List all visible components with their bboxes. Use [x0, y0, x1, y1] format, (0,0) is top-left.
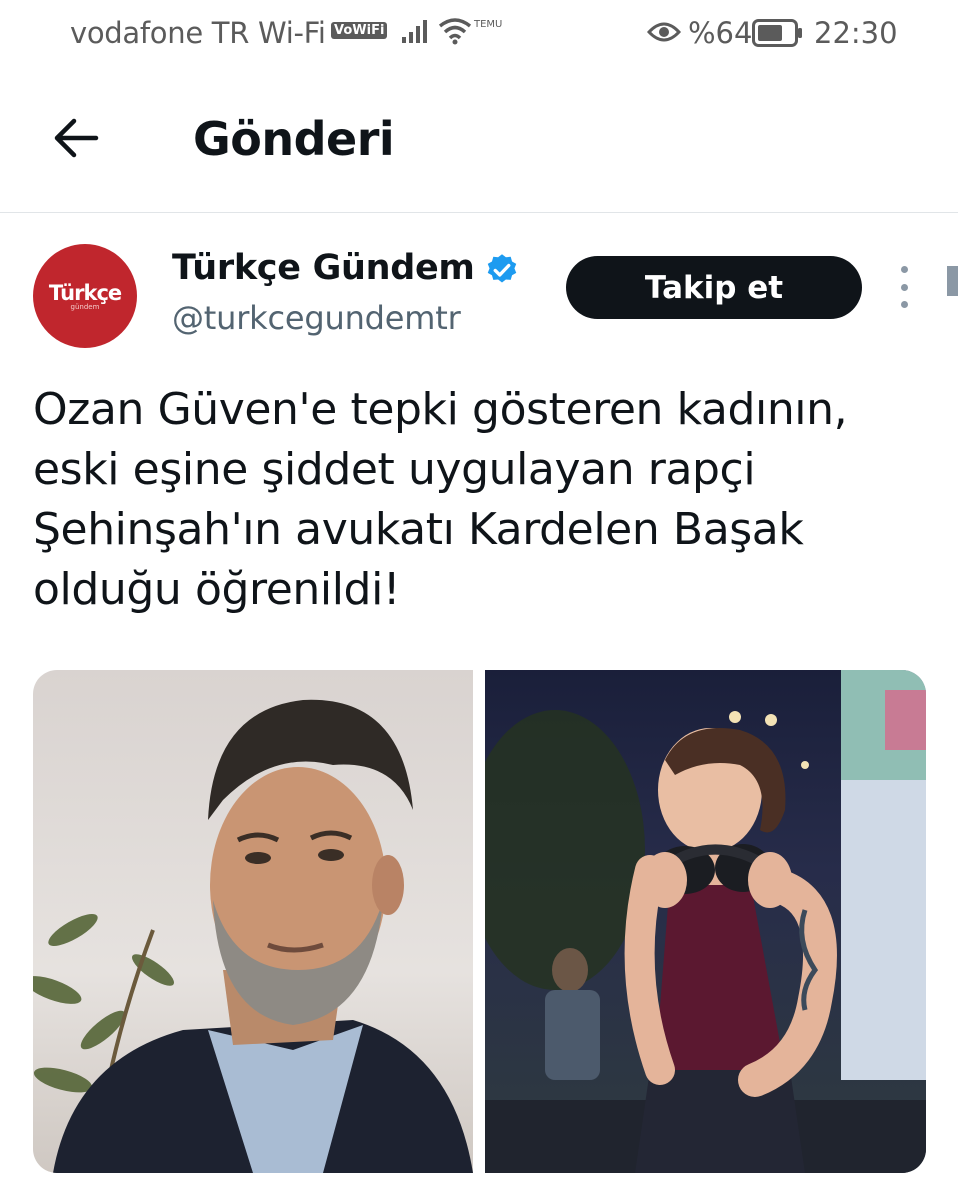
author-display-name[interactable]: Türkçe Gündem	[172, 248, 475, 288]
battery-icon	[752, 19, 804, 52]
battery-percent: %64	[688, 16, 753, 50]
avatar[interactable]: Türkçe gündem	[33, 244, 137, 348]
woman-dj-illustration	[465, 670, 926, 1173]
wifi-icon	[438, 17, 472, 50]
more-options-button[interactable]	[893, 266, 915, 308]
photo-man[interactable]	[33, 670, 473, 1173]
page-title: Gönderi	[193, 112, 395, 166]
clock: 22:30	[814, 16, 898, 50]
verified-badge-icon	[484, 252, 520, 293]
tweet-text: Ozan Güven'e tepki gösteren kadının, esk…	[33, 384, 848, 615]
more-dot	[900, 301, 908, 308]
author-handle[interactable]: @turkcegundemtr	[172, 299, 461, 337]
man-portrait-illustration	[33, 699, 473, 1173]
top-app-bar: Gönderi	[0, 70, 958, 213]
avatar-logo-text: Türkçe	[48, 281, 122, 305]
scrollbar-handle[interactable]	[947, 266, 958, 296]
back-arrow-icon	[54, 118, 99, 158]
more-dot	[900, 266, 908, 273]
media-grid	[33, 670, 926, 1173]
vowifi-badge: VoWiFi	[331, 22, 388, 39]
photo-woman[interactable]	[465, 670, 926, 1173]
carrier-label: vodafone TR Wi-Fi	[70, 16, 326, 50]
more-dot	[900, 283, 908, 291]
status-bar: vodafone TR Wi-Fi VoWiFi TEMU %64 22:30	[0, 0, 958, 70]
eye-icon	[646, 20, 682, 49]
temu-label: TEMU	[474, 19, 503, 30]
avatar-logo-subtext: gündem	[70, 303, 100, 311]
follow-button[interactable]: Takip et	[566, 256, 862, 319]
back-button[interactable]	[48, 110, 104, 166]
temu-badge: TEMU	[474, 20, 502, 30]
signal-icon	[400, 17, 430, 50]
